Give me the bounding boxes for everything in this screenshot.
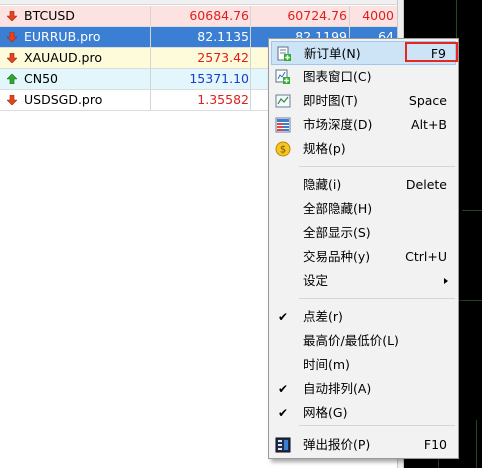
bid-cell: 60684.76 <box>150 6 249 26</box>
menu-item-label: 规格(p) <box>303 141 346 156</box>
menu-item-3[interactable]: 即时图(T) Space <box>271 89 456 113</box>
menu-item-label: 新订单(N) <box>304 46 361 61</box>
context-menu: 新订单(N) F9 图表窗口(C) 即时图(T) Space 市场深度(D) Alt+B $ 规… <box>268 38 459 459</box>
shortcut-highlight-box <box>405 42 458 62</box>
menu-item-label: 市场深度(D) <box>303 117 373 132</box>
symbol-cell: EURRUB.pro <box>24 29 101 44</box>
bid-cell: 82.1135 <box>150 27 249 47</box>
svg-text:$: $ <box>280 145 286 156</box>
checkmark-icon: ✔ <box>278 406 289 420</box>
menu-item-7[interactable]: 全部隐藏(H) <box>271 197 456 221</box>
menu-item-11[interactable]: ✔ 点差(r) <box>271 305 456 329</box>
menu-item-8[interactable]: 全部显示(S) <box>271 221 456 245</box>
submenu-arrow-icon <box>444 278 448 284</box>
symbol-cell: CN50 <box>24 71 58 86</box>
menu-item-5[interactable]: $ 规格(p) <box>271 137 456 161</box>
menu-separator <box>299 298 455 299</box>
menu-item-13[interactable]: 时间(m) <box>271 353 456 377</box>
menu-item-15[interactable]: ✔ 网格(G) <box>271 401 456 425</box>
price-down-arrow-icon <box>7 95 17 105</box>
popup-prices-icon <box>275 437 291 453</box>
menu-item-label: 全部显示(S) <box>303 225 371 240</box>
menu-item-shortcut: Alt+B <box>411 117 447 132</box>
tick-chart-icon <box>275 94 291 108</box>
symbol-cell: BTCUSD <box>24 8 75 23</box>
menu-item-14[interactable]: ✔ 自动排列(A) <box>271 377 456 401</box>
menu-item-shortcut: Space <box>408 93 447 108</box>
bid-cell: 15371.10 <box>150 69 249 89</box>
menu-item-10[interactable]: 设定 <box>271 269 456 293</box>
menu-item-4[interactable]: 市场深度(D) Alt+B <box>271 113 456 137</box>
price-down-arrow-icon <box>7 11 17 21</box>
menu-item-label: 交易品种(y) <box>303 249 371 264</box>
bid-cell: 2573.42 <box>150 48 249 68</box>
menu-item-label: 时间(m) <box>303 357 350 372</box>
price-down-arrow-icon <box>7 32 17 42</box>
price-up-arrow-icon <box>7 74 17 84</box>
menu-item-label: 网格(G) <box>303 405 348 420</box>
menu-item-label: 隐藏(i) <box>303 177 342 192</box>
symbol-cell: USDSGD.pro <box>24 92 103 107</box>
menu-item-label: 点差(r) <box>303 309 343 324</box>
specification-icon: $ <box>275 141 291 157</box>
ask-cell: 60724.76 <box>250 6 347 26</box>
menu-item-label: 弹出报价(P) <box>303 437 371 452</box>
menu-item-9[interactable]: 交易品种(y) Ctrl+U <box>271 245 456 269</box>
menu-item-label: 全部隐藏(H) <box>303 201 373 216</box>
menu-item-shortcut: Delete <box>405 177 447 192</box>
menu-item-label: 设定 <box>303 273 329 288</box>
menu-item-12[interactable]: 最高价/最低价(L) <box>271 329 456 353</box>
market-depth-icon <box>275 117 291 133</box>
spread-cell: 4000 <box>349 6 394 26</box>
new-order-icon <box>277 46 291 61</box>
menu-item-label: 图表窗口(C) <box>303 69 372 84</box>
menu-separator <box>299 425 455 426</box>
menu-item-2[interactable]: 图表窗口(C) <box>271 65 456 89</box>
menu-item-shortcut: F10 <box>423 437 447 452</box>
menu-item-label: 最高价/最低价(L) <box>303 333 399 348</box>
menu-item-label: 自动排列(A) <box>303 381 372 396</box>
menu-item-16[interactable]: 弹出报价(P) F10 <box>271 433 456 457</box>
price-down-arrow-icon <box>7 53 17 63</box>
table-header-strip <box>0 0 404 5</box>
chart-window-icon <box>275 69 290 84</box>
checkmark-icon: ✔ <box>278 310 289 324</box>
checkmark-icon: ✔ <box>278 382 289 396</box>
bid-cell: 1.35582 <box>150 90 249 110</box>
symbol-cell: XAUAUD.pro <box>24 50 103 65</box>
menu-item-6[interactable]: 隐藏(i) Delete <box>271 173 456 197</box>
menu-item-label: 即时图(T) <box>303 93 358 108</box>
menu-separator <box>299 166 455 167</box>
menu-item-shortcut: Ctrl+U <box>405 249 447 264</box>
table-row[interactable]: BTCUSD 60684.76 60724.76 4000 <box>0 6 397 27</box>
